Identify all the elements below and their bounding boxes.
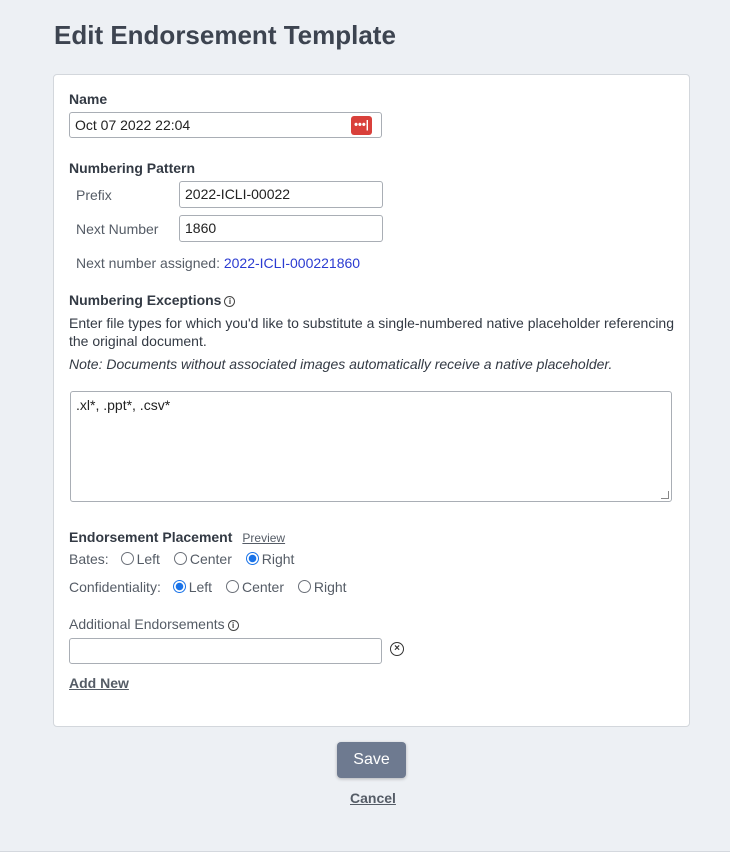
bates-center-radio[interactable] <box>173 552 187 565</box>
page-title: Edit Endorsement Template <box>54 20 396 50</box>
prefix-input[interactable]: 2022-ICLI-00022 <box>179 181 383 208</box>
next-number-label: Next Number <box>76 221 159 237</box>
bates-left-label: Left <box>136 551 160 567</box>
add-new-link[interactable]: Add New <box>69 675 129 691</box>
next-number-assigned: Next number assigned: 2022-ICLI-00022186… <box>76 255 360 271</box>
confidentiality-label: Confidentiality: <box>69 579 161 595</box>
resize-handle-icon[interactable] <box>661 491 669 499</box>
bates-left-option[interactable]: Left <box>120 551 160 567</box>
save-button[interactable]: Save <box>337 742 406 778</box>
bates-center-option[interactable]: Center <box>173 551 232 567</box>
bates-right-label: Right <box>261 551 295 567</box>
template-form-card: Name Oct 07 2022 22:04 •••| Numbering Pa… <box>53 74 690 727</box>
bates-left-radio[interactable] <box>120 552 134 565</box>
additional-endorsement-input[interactable] <box>69 638 382 664</box>
exceptions-value: .xl*, .ppt*, .csv* <box>76 397 171 413</box>
next-number-value: 1860 <box>185 220 217 236</box>
name-input[interactable]: Oct 07 2022 22:04 •••| <box>69 112 382 138</box>
confidentiality-center-radio[interactable] <box>225 580 239 593</box>
info-icon[interactable]: i <box>224 296 236 307</box>
bates-right-radio[interactable] <box>245 552 259 565</box>
password-manager-icon[interactable]: •••| <box>351 116 372 135</box>
name-value: Oct 07 2022 22:04 <box>75 117 191 133</box>
name-label: Name <box>69 91 108 107</box>
prefix-value: 2022-ICLI-00022 <box>185 186 291 202</box>
preview-link[interactable]: Preview <box>242 531 285 545</box>
exceptions-note: Note: Documents without associated image… <box>69 356 613 372</box>
bates-center-label: Center <box>189 551 232 567</box>
numbering-pattern-heading: Numbering Pattern <box>69 160 196 176</box>
bates-label: Bates: <box>69 551 109 567</box>
bates-radio-group: Bates: Left Center Right <box>69 551 304 567</box>
exceptions-textarea[interactable]: .xl*, .ppt*, .csv* <box>70 391 672 502</box>
exceptions-heading-text: Numbering Exceptions <box>69 292 222 308</box>
info-icon[interactable]: i <box>227 620 239 631</box>
confidentiality-right-label: Right <box>313 579 347 595</box>
page-background: Edit Endorsement Template Name Oct 07 20… <box>0 0 730 852</box>
confidentiality-right-option[interactable]: Right <box>297 579 347 595</box>
endorsement-placement-heading: Endorsement Placement Preview <box>69 529 285 545</box>
next-number-input[interactable]: 1860 <box>179 215 383 242</box>
cancel-link[interactable]: Cancel <box>350 790 396 806</box>
placement-heading-text: Endorsement Placement <box>69 529 233 545</box>
confidentiality-left-label: Left <box>188 579 213 595</box>
assigned-label: Next number assigned: <box>76 255 220 271</box>
confidentiality-right-radio[interactable] <box>297 580 311 593</box>
assigned-value: 2022-ICLI-000221860 <box>223 255 361 271</box>
confidentiality-left-radio[interactable] <box>172 580 186 593</box>
additional-label-text: Additional Endorsements <box>69 616 225 632</box>
confidentiality-center-label: Center <box>241 579 284 595</box>
remove-endorsement-icon[interactable]: × <box>390 642 404 656</box>
exceptions-description: Enter file types for which you'd like to… <box>69 315 675 349</box>
confidentiality-radio-group: Confidentiality: Left Center Right <box>69 579 357 595</box>
numbering-exceptions-heading: Numbering Exceptions i <box>69 292 236 308</box>
confidentiality-center-option[interactable]: Center <box>225 579 284 595</box>
additional-endorsements-label: Additional Endorsements i <box>69 616 239 632</box>
confidentiality-left-option[interactable]: Left <box>172 579 213 595</box>
bates-right-option[interactable]: Right <box>245 551 295 567</box>
prefix-label: Prefix <box>76 187 112 203</box>
